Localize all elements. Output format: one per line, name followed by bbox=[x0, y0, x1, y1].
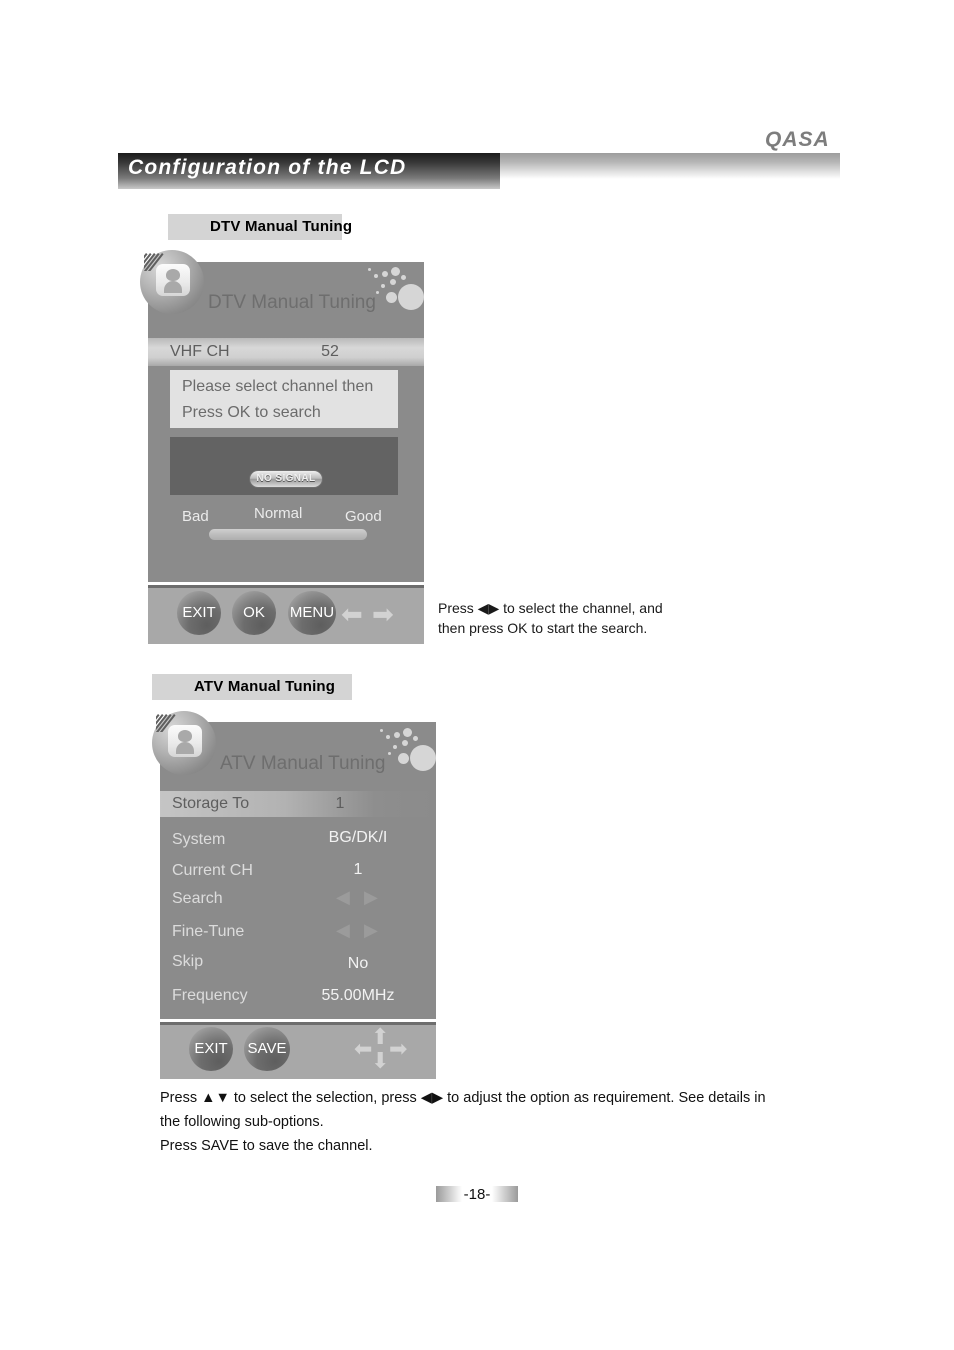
dtv-preview-box: NO SIGNAL bbox=[170, 437, 398, 495]
page-header-bar: Configuration of the LCD bbox=[118, 153, 840, 189]
brand-logo: QASA bbox=[765, 128, 830, 151]
meter-label-bad: Bad bbox=[182, 508, 209, 525]
down-arrow-icon-atv[interactable]: ⬇ bbox=[371, 1050, 389, 1072]
dtv-message-line-1: Please select channel then bbox=[182, 378, 374, 395]
atv-instructions: Press ▲▼ to select the selection, press … bbox=[160, 1086, 860, 1158]
dtv-channel-row-value: 52 bbox=[321, 343, 339, 360]
tv-screen-icon-atv bbox=[168, 725, 202, 757]
dtv-signal-meter-track bbox=[209, 529, 367, 540]
meter-label-normal: Normal bbox=[254, 505, 303, 522]
right-arrow-icon-search[interactable]: ▶ bbox=[364, 888, 378, 906]
person-body-icon bbox=[164, 281, 182, 293]
atv-row-skip-label: Skip bbox=[172, 953, 204, 970]
dtv-message-box: Please select channel then Press OK to s… bbox=[170, 370, 398, 428]
tv-screen-icon bbox=[156, 264, 190, 296]
person-body-icon-atv bbox=[176, 742, 194, 754]
dtv-message-line-2: Press OK to search bbox=[182, 404, 321, 421]
section-label-dtv-text: DTV Manual Tuning bbox=[210, 218, 353, 235]
atv-row-storage-to-value: 1 bbox=[335, 795, 345, 812]
atv-instruction-line-3: Press SAVE to save the channel. bbox=[160, 1138, 373, 1154]
atv-row-system-value[interactable]: BG/DK/I bbox=[310, 829, 406, 847]
exit-button-atv[interactable]: EXIT bbox=[189, 1027, 233, 1071]
left-arrow-icon-fine-tune[interactable]: ◀ bbox=[336, 921, 350, 939]
no-signal-badge: NO SIGNAL bbox=[249, 470, 323, 488]
right-arrow-icon-atv[interactable]: ➡ bbox=[389, 1038, 407, 1060]
left-arrow-icon-dtv[interactable]: ⬅ bbox=[341, 601, 363, 627]
atv-row-search-label: Search bbox=[172, 890, 223, 907]
atv-instruction-line-1: Press ▲▼ to select the selection, press … bbox=[160, 1090, 766, 1106]
person-head-icon bbox=[166, 269, 180, 281]
dtv-channel-row-label: VHF CH bbox=[170, 343, 230, 360]
atv-row-fine-tune-label: Fine-Tune bbox=[172, 923, 245, 940]
right-arrow-icon-dtv[interactable]: ➡ bbox=[372, 601, 394, 627]
footer-tab-left bbox=[436, 1186, 462, 1202]
bubbles-decoration-icon-atv bbox=[380, 727, 436, 779]
meter-label-good: Good bbox=[345, 508, 382, 525]
atv-row-storage-to-label: Storage To bbox=[172, 795, 250, 812]
broadcast-tv-icon-atv bbox=[152, 711, 216, 775]
header-bar-right-gradient bbox=[500, 153, 840, 179]
atv-row-frequency-value: 55.00MHz bbox=[321, 987, 395, 1004]
bubbles-decoration-icon bbox=[368, 266, 424, 318]
section-label-dtv: DTV Manual Tuning bbox=[168, 214, 353, 240]
broadcast-tv-icon bbox=[140, 250, 204, 314]
right-arrow-icon-fine-tune[interactable]: ▶ bbox=[364, 921, 378, 939]
section-label-atv: ATV Manual Tuning bbox=[152, 674, 352, 700]
left-arrow-icon-atv[interactable]: ⬅ bbox=[354, 1038, 372, 1060]
header-bar-left-gradient: Configuration of the LCD bbox=[118, 153, 500, 189]
page-title: Configuration of the LCD bbox=[128, 156, 407, 179]
save-button-atv[interactable]: SAVE bbox=[244, 1027, 290, 1071]
atv-row-current-ch-label: Current CH bbox=[172, 862, 253, 879]
menu-button-dtv[interactable]: MENU bbox=[288, 591, 336, 635]
atv-instruction-line-2: the following sub-options. bbox=[160, 1114, 324, 1130]
atv-row-skip-value[interactable]: No bbox=[310, 955, 406, 973]
page-number: -18- bbox=[463, 1185, 491, 1203]
atv-row-frequency-label: Frequency bbox=[172, 987, 248, 1004]
atv-row-current-ch-value[interactable]: 1 bbox=[310, 861, 406, 879]
page-footer: -18- bbox=[436, 1183, 518, 1205]
left-arrow-icon-search[interactable]: ◀ bbox=[336, 888, 350, 906]
dtv-instruction-line-1: Press ◀▶ to select the channel, and bbox=[438, 600, 663, 616]
dtv-instruction-line-2: then press OK to start the search. bbox=[438, 620, 648, 636]
ok-button-dtv[interactable]: OK bbox=[232, 591, 276, 635]
dtv-panel-title: DTV Manual Tuning bbox=[208, 292, 376, 313]
person-head-icon-atv bbox=[178, 730, 192, 742]
atv-row-system-label: System bbox=[172, 831, 226, 848]
footer-tab-right bbox=[492, 1186, 518, 1202]
atv-panel-title: ATV Manual Tuning bbox=[220, 753, 386, 774]
exit-button-dtv[interactable]: EXIT bbox=[177, 591, 221, 635]
section-label-atv-text: ATV Manual Tuning bbox=[194, 678, 336, 695]
up-arrow-icon-atv[interactable]: ⬆ bbox=[371, 1026, 389, 1048]
